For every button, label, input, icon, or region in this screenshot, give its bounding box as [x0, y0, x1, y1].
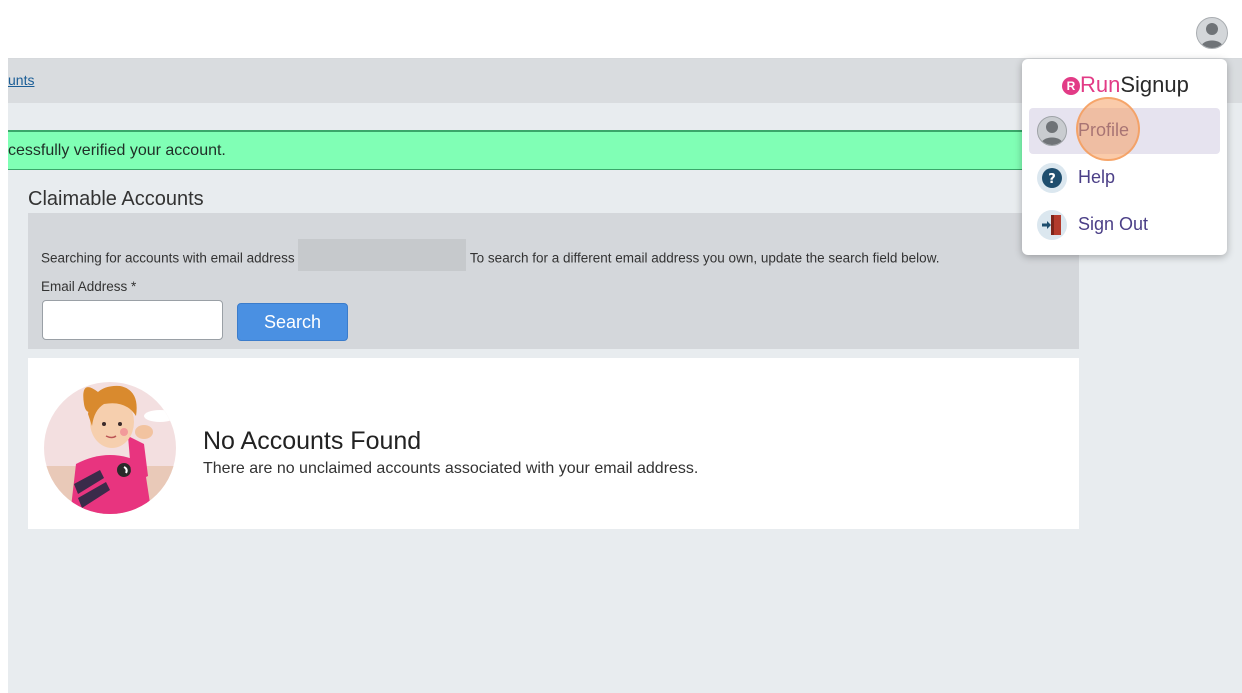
menu-item-sign-out[interactable]: Sign Out: [1029, 202, 1220, 248]
question-icon: ?: [1037, 163, 1067, 193]
menu-item-profile[interactable]: Profile: [1029, 108, 1220, 154]
brand-signup-text: Signup: [1120, 72, 1189, 97]
no-accounts-message: There are no unclaimed accounts associat…: [203, 460, 699, 477]
results-card: No Accounts Found There are no unclaimed…: [28, 358, 1079, 529]
brand-badge-icon: R: [1062, 77, 1080, 95]
search-description: Searching for accounts with email addres…: [41, 239, 940, 271]
menu-item-help[interactable]: ? Help: [1029, 155, 1220, 201]
redacted-email: [298, 239, 467, 271]
alert-message: cessfully verified your account.: [8, 142, 226, 159]
email-input[interactable]: [42, 300, 223, 340]
breadcrumb-link-accounts[interactable]: unts: [8, 72, 34, 88]
menu-label-profile: Profile: [1078, 120, 1130, 140]
search-intro-text: Searching for accounts with email addres…: [41, 250, 295, 266]
menu-label-sign-out: Sign Out: [1078, 214, 1149, 234]
user-avatar-button[interactable]: [1196, 17, 1228, 49]
brand-run-text: Run: [1080, 72, 1121, 97]
email-label: Email Address *: [41, 279, 137, 294]
door-exit-icon: [1037, 210, 1067, 240]
no-accounts-title: No Accounts Found: [203, 427, 422, 455]
avatar-icon: [1037, 116, 1067, 146]
search-panel: Searching for accounts with email addres…: [28, 213, 1079, 349]
top-bar: [8, 6, 1242, 59]
avatar-icon: [1201, 23, 1223, 48]
success-alert: cessfully verified your account.: [8, 130, 1048, 170]
search-hint-text: To search for a different email address …: [469, 250, 940, 266]
search-button[interactable]: Search: [237, 303, 348, 341]
user-menu-dropdown: R RunSignup Profile ? Help Sign Out: [1022, 59, 1227, 255]
runsignup-logo: R RunSignup: [1062, 72, 1189, 98]
runner-illustration: [44, 382, 176, 514]
page-title: Claimable Accounts: [28, 188, 204, 210]
svg-text:?: ?: [1048, 172, 1056, 187]
menu-label-help: Help: [1078, 167, 1116, 187]
